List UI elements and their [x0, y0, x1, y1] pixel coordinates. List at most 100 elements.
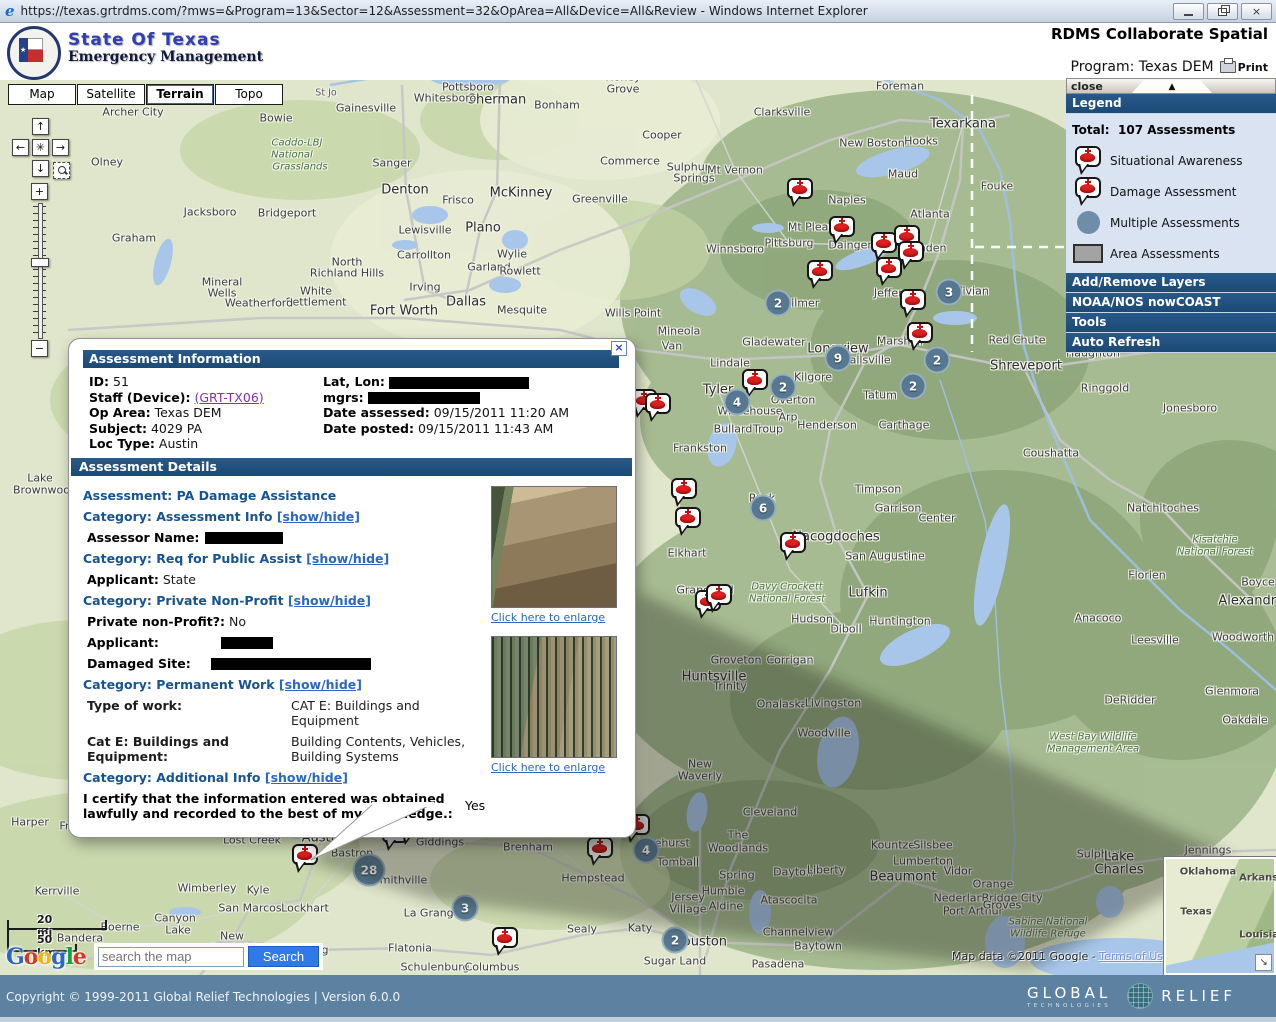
popup-info-right: Lat, Lon: mgrs: Date assessed: 09/15/201… — [323, 374, 569, 452]
print-button[interactable]: Print — [1220, 61, 1268, 74]
panel-section-tools[interactable]: Tools — [1066, 313, 1276, 333]
assessment-photo[interactable] — [491, 486, 617, 608]
show-hide-link[interactable]: [show/hide] — [279, 677, 362, 692]
overview-inset-map[interactable]: OklahomaArkansasTexasLouisiana → — [1164, 857, 1276, 975]
cluster-marker[interactable]: 4 — [724, 389, 751, 416]
cluster-marker[interactable]: 2 — [765, 290, 792, 317]
pan-down-button[interactable]: ↓ — [32, 160, 49, 177]
popup-info-left: ID: 51Staff (Device): (GRT-TX06)Op Area:… — [89, 374, 323, 452]
certify-value: Yes — [465, 798, 485, 813]
detail-row: Category: Assessment Info [show/hide] — [69, 509, 487, 524]
legend-item: Multiple Assessments — [1066, 207, 1276, 238]
org-name-line2: Emergency Management — [68, 50, 263, 65]
cluster-marker[interactable]: 4 — [633, 837, 660, 864]
panel-section-add-remove-layers[interactable]: Add/Remove Layers — [1066, 273, 1276, 293]
map-type-satellite[interactable]: Satellite — [77, 84, 145, 105]
assessment-marker[interactable] — [907, 322, 933, 343]
info-label: Lat, Lon: — [323, 374, 385, 389]
enlarge-photo-link[interactable]: Click here to enlarge — [491, 761, 623, 774]
assessment-marker[interactable] — [587, 837, 613, 858]
cluster-marker[interactable]: 2 — [770, 374, 797, 401]
cluster-marker[interactable]: 6 — [750, 495, 777, 522]
assessment-marker[interactable] — [742, 369, 768, 390]
assessment-photo[interactable] — [491, 636, 617, 758]
search-button[interactable]: Search — [248, 946, 319, 967]
assessment-marker[interactable] — [671, 478, 697, 499]
show-hide-link[interactable]: [show/hide] — [265, 770, 348, 785]
inset-state-label: Texas — [1180, 907, 1211, 918]
inset-collapse-icon[interactable]: → — [1255, 954, 1272, 971]
panel-section-auto-refresh[interactable]: Auto Refresh — [1066, 333, 1276, 353]
org-name-line1: State Of Texas — [68, 31, 263, 50]
info-value: 09/15/2011 11:43 AM — [418, 421, 553, 436]
pan-left-button[interactable]: ← — [12, 139, 29, 156]
right-panel: close ▲ Legend Total: 107 Assessments Si… — [1066, 78, 1276, 353]
assessment-balloon-icon — [1066, 146, 1110, 175]
zoom-slider-handle[interactable] — [31, 258, 49, 267]
assessment-marker[interactable] — [780, 532, 806, 553]
recenter-button[interactable]: ✳ — [32, 139, 49, 156]
assessment-marker[interactable] — [898, 241, 924, 262]
detail-row: Applicant: State — [69, 572, 487, 587]
map-type-terrain[interactable]: Terrain — [146, 84, 214, 105]
map-search-bar: Google Search — [6, 943, 323, 970]
cluster-marker[interactable]: 2 — [924, 347, 951, 374]
assessment-marker[interactable] — [807, 260, 833, 281]
minimize-button[interactable] — [1173, 3, 1204, 20]
info-label: ID: — [89, 374, 109, 389]
assessment-marker[interactable] — [292, 844, 318, 865]
cluster-marker[interactable]: 2 — [900, 373, 927, 400]
field-label: Type of work: — [87, 698, 283, 728]
map-type-map[interactable]: Map — [8, 84, 76, 105]
show-hide-link[interactable]: [show/hide] — [277, 509, 360, 524]
assessment-marker[interactable] — [829, 216, 855, 237]
assessment-marker[interactable] — [706, 584, 732, 605]
category-label: Category: Private Non-Profit — [83, 593, 284, 608]
restore-button[interactable] — [1207, 3, 1238, 20]
assessment-marker[interactable] — [675, 507, 701, 528]
assessment-marker[interactable] — [876, 257, 902, 278]
legend-item: Situational Awareness — [1066, 145, 1276, 176]
detail-row: Category: Permanent Work [show/hide] — [69, 677, 487, 692]
cluster-marker[interactable]: 3 — [936, 279, 963, 306]
cluster-marker[interactable]: 3 — [452, 895, 479, 922]
cluster-marker[interactable]: 9 — [825, 345, 852, 372]
balloon-icon — [1075, 177, 1101, 198]
close-window-button[interactable]: × — [1241, 3, 1272, 20]
device-link[interactable]: (GRT-TX06) — [194, 390, 263, 405]
assessment-balloon-icon — [1066, 177, 1110, 206]
assessment-marker[interactable] — [787, 178, 813, 199]
panel-close-tab[interactable]: close ▲ — [1066, 78, 1276, 94]
pan-right-button[interactable]: → — [52, 139, 69, 156]
assessment-marker[interactable] — [900, 289, 926, 310]
assessment-marker[interactable] — [492, 927, 518, 948]
search-input[interactable] — [98, 947, 244, 967]
zoom-out-button[interactable]: − — [31, 340, 48, 357]
category-label: Category: Permanent Work — [83, 677, 275, 692]
popup-photos: Click here to enlarge Click here to enlar… — [491, 482, 623, 827]
info-label: Op Area: — [89, 405, 151, 420]
field-label: Assessor Name: — [87, 530, 199, 545]
terms-of-use-link[interactable]: Terms of Use — [1099, 950, 1170, 963]
pan-up-button[interactable]: ↑ — [32, 118, 49, 135]
cluster-marker[interactable]: 28 — [353, 854, 386, 887]
google-logo: Google — [6, 944, 86, 970]
zoom-in-button[interactable]: + — [31, 183, 48, 200]
legend-item: Damage Assessment — [1066, 176, 1276, 207]
legend-item-label: Area Assessments — [1110, 247, 1220, 261]
panel-section-noaa-nos-nowcoast[interactable]: NOAA/NOS nowCOAST — [1066, 293, 1276, 313]
show-hide-link[interactable]: [show/hide] — [288, 593, 371, 608]
popup-details-title: Assessment Details — [71, 458, 632, 476]
map-type-topo[interactable]: Topo — [215, 84, 283, 105]
show-hide-link[interactable]: [show/hide] — [306, 551, 389, 566]
info-label: Loc Type: — [89, 436, 155, 451]
enlarge-photo-link[interactable]: Click here to enlarge — [491, 611, 623, 624]
legend-header[interactable]: Legend — [1066, 94, 1276, 114]
zoom-slider-track[interactable] — [38, 203, 43, 339]
cluster-marker[interactable]: 2 — [662, 927, 689, 954]
zoom-box-icon[interactable] — [53, 162, 70, 179]
popup-close-icon[interactable]: × — [611, 341, 627, 356]
window-title: https://texas.grtrdms.com/?mws=&Program=… — [21, 4, 868, 18]
assessment-marker[interactable] — [645, 393, 671, 414]
category-label: Category: Assessment Info — [83, 509, 272, 524]
